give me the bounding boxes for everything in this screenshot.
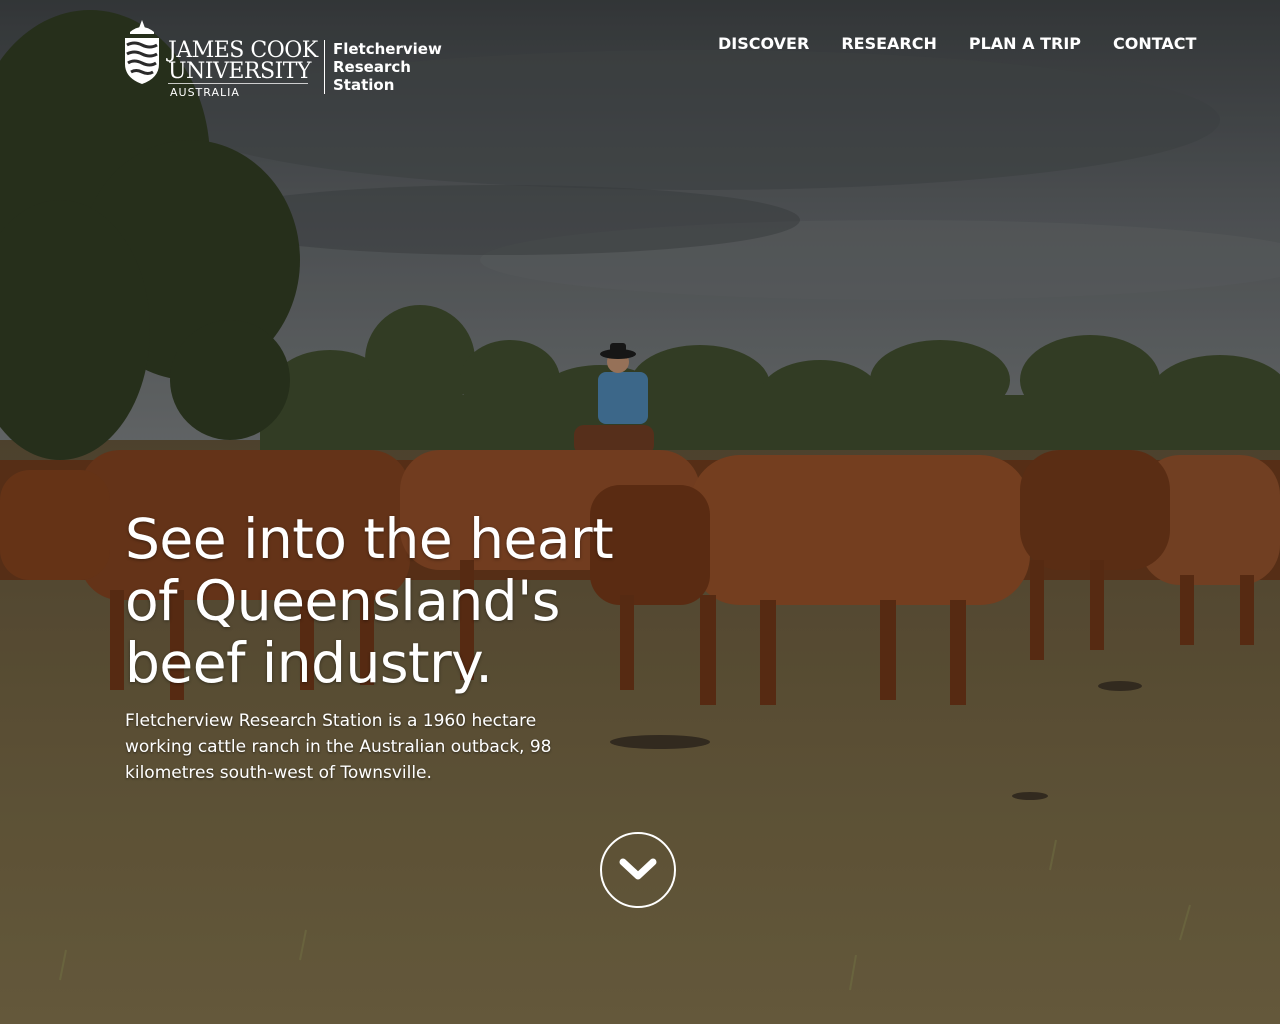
- university-name: JAMES COOK UNIVERSITY: [168, 40, 318, 84]
- nav-item-discover[interactable]: DISCOVER: [718, 34, 809, 53]
- station-name-line3: Station: [333, 76, 395, 94]
- nav-item-contact[interactable]: CONTACT: [1113, 34, 1196, 53]
- station-name: Fletcherview Research Station: [333, 40, 442, 94]
- hero-intro-line2: working cattle ranch in the Australian o…: [125, 737, 552, 757]
- nav-item-research[interactable]: RESEARCH: [841, 34, 937, 53]
- main-nav: DISCOVER RESEARCH PLAN A TRIP CONTACT: [718, 34, 1196, 53]
- university-name-line2: UNIVERSITY: [168, 59, 311, 84]
- hero-headline-line3: beef industry.: [125, 631, 493, 695]
- station-name-line2: Research: [333, 58, 411, 76]
- hero-intro-line1: Fletcherview Research Station is a 1960 …: [125, 711, 537, 731]
- hero-headline: See into the heart of Queensland's beef …: [125, 508, 725, 694]
- university-country: AUSTRALIA: [170, 86, 240, 99]
- hero-intro-line3: kilometres south-west of Townsville.: [125, 763, 432, 783]
- hero-intro: Fletcherview Research Station is a 1960 …: [125, 708, 595, 786]
- hero-section: JAMES COOK UNIVERSITY AUSTRALIA Fletcher…: [0, 0, 1280, 1024]
- chevron-down-icon: [619, 858, 657, 880]
- nav-item-plan-a-trip[interactable]: PLAN A TRIP: [969, 34, 1081, 53]
- logo-rule: [168, 83, 308, 84]
- logo-divider: [324, 40, 325, 94]
- hero-headline-line1: See into the heart: [125, 507, 614, 571]
- scroll-down-button[interactable]: [600, 832, 676, 908]
- station-name-line1: Fletcherview: [333, 40, 442, 58]
- site-logo[interactable]: JAMES COOK UNIVERSITY AUSTRALIA Fletcher…: [122, 18, 442, 100]
- jcu-crest-icon: [125, 20, 159, 84]
- hero-headline-line2: of Queensland's: [125, 569, 560, 633]
